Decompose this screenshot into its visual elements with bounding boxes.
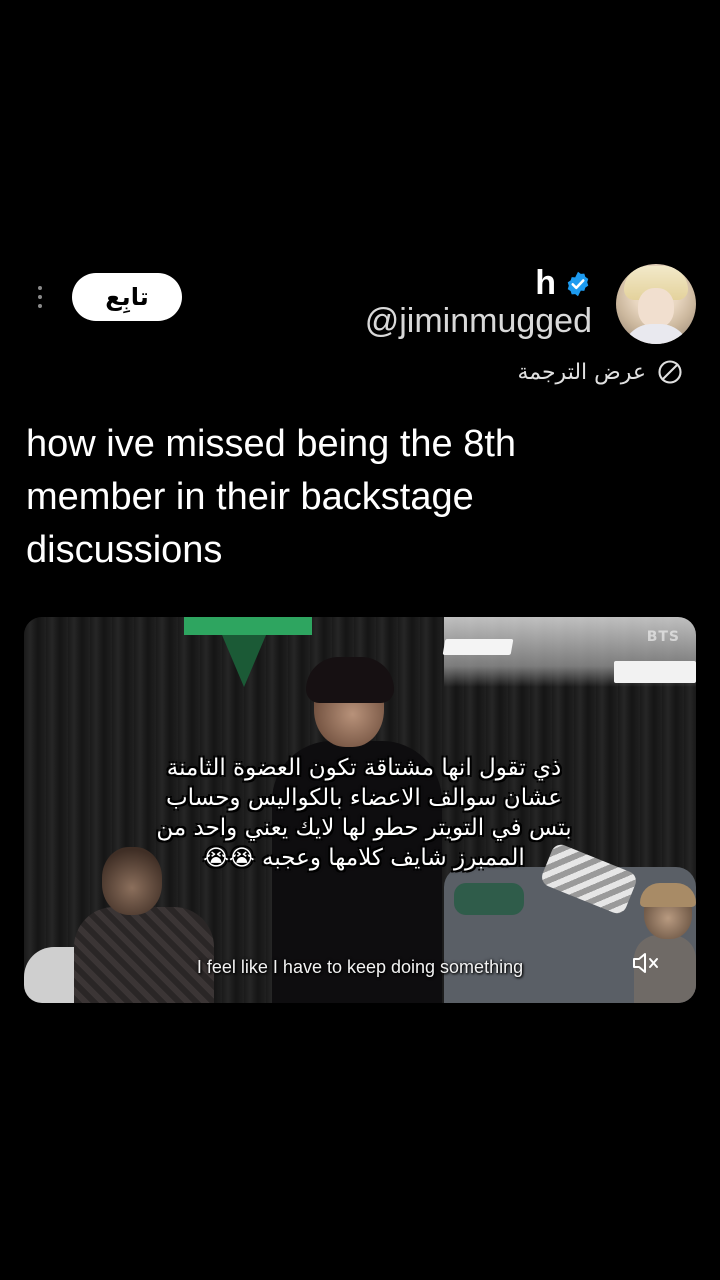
caption-line: ذي تقول انها مشتاقة تكون العضوة الثامنة bbox=[166, 755, 562, 781]
follow-button[interactable]: تابِع bbox=[72, 273, 182, 321]
tweet-text-line: discussions bbox=[26, 529, 223, 571]
vertical-dots-icon bbox=[38, 286, 42, 290]
caption-line: الممبرز شايف كلامها وعجبه bbox=[262, 845, 525, 871]
video-subtitle: I feel like I have to keep doing somethi… bbox=[196, 957, 524, 977]
display-name-row[interactable]: h bbox=[535, 264, 592, 303]
show-translation-label: عرض الترجمة bbox=[517, 359, 646, 385]
video-watermark: BTS bbox=[646, 629, 680, 645]
mute-toggle-button[interactable] bbox=[628, 947, 664, 979]
tweet-text: how ive missed being the 8th member in t… bbox=[26, 418, 626, 577]
speaker-muted-icon bbox=[633, 953, 658, 973]
globe-icon bbox=[658, 360, 682, 384]
arabic-caption-overlay: ذي تقول انها مشتاقة تكون العضوة الثامنة … bbox=[84, 753, 644, 874]
caption-line: عشان سوالف الاعضاء بالكواليس وحساب bbox=[166, 785, 562, 811]
crying-emoji: 😭😭 bbox=[203, 846, 255, 871]
video-media[interactable]: BTS ذي تقول انها مشتاقة تكون العضوة الثا… bbox=[24, 617, 696, 1003]
display-name[interactable]: h bbox=[535, 264, 556, 303]
avatar[interactable] bbox=[616, 264, 696, 344]
caption-line: بتس في التويتر حطو لها لايك يعني واحد من bbox=[156, 815, 572, 841]
verified-badge-icon bbox=[567, 271, 589, 296]
show-translation-link[interactable]: عرض الترجمة bbox=[517, 358, 684, 386]
tweet-text-line: how ive missed being the 8th bbox=[26, 423, 517, 465]
post-header: تابِع h @jiminmugged bbox=[0, 260, 720, 350]
more-options-button[interactable] bbox=[28, 282, 52, 312]
tweet-text-line: member in their backstage bbox=[26, 476, 474, 518]
video-person-right bbox=[634, 883, 696, 1003]
user-handle[interactable]: @jiminmugged bbox=[365, 302, 592, 341]
